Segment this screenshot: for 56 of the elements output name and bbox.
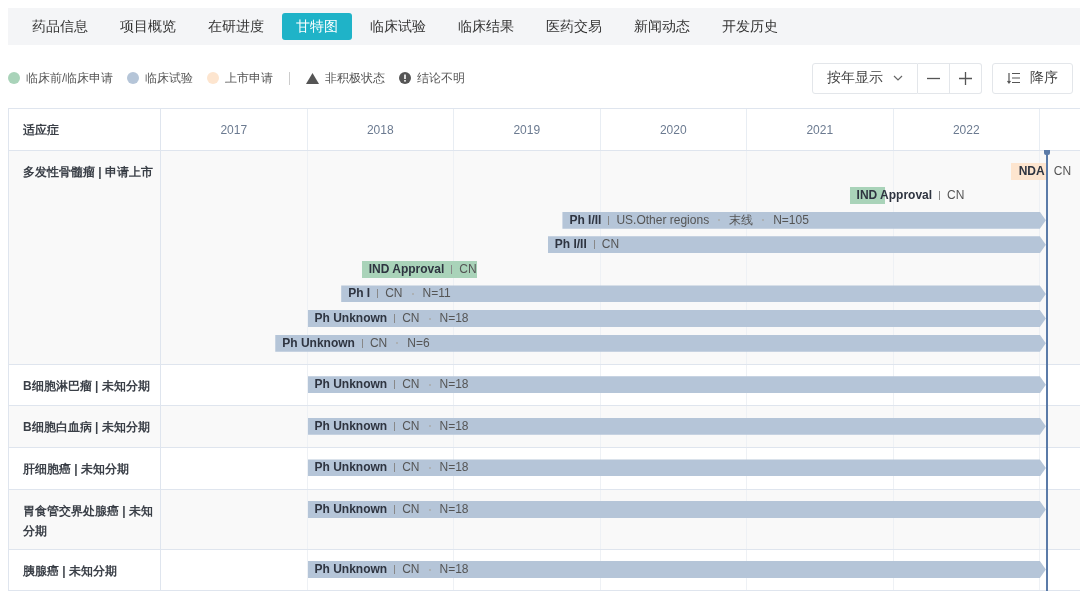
- legend-label: 临床前/临床申请: [26, 69, 114, 87]
- tab[interactable]: 医药交易: [532, 13, 616, 40]
- bar-label: Ph Unknown CN N=18: [314, 561, 469, 579]
- bar-label: Ph Unknown CN N=6: [282, 334, 430, 352]
- year-header: 2018: [307, 109, 454, 150]
- bar-label: Ph Unknown CN N=18: [314, 376, 469, 394]
- alert-icon: [399, 72, 412, 84]
- year-header: 2021: [747, 109, 894, 150]
- tab[interactable]: 药品信息: [18, 13, 102, 40]
- bar-label: Ph I/II US.Other regions 末线 N=105: [569, 211, 809, 229]
- triangle-icon: [306, 72, 320, 84]
- plus-icon: [959, 71, 972, 85]
- gantt-bar[interactable]: [562, 211, 1046, 229]
- sort-button[interactable]: 降序: [992, 62, 1073, 94]
- tab[interactable]: 临床试验: [356, 13, 440, 40]
- gantt-bar[interactable]: [307, 561, 1046, 579]
- tab[interactable]: 在研进度: [194, 13, 278, 40]
- gantt-bar[interactable]: [307, 310, 1046, 328]
- gantt-bar[interactable]: [307, 417, 1046, 435]
- bar-label: Ph Unknown CN N=18: [314, 417, 469, 435]
- gantt-bar[interactable]: [275, 334, 1046, 352]
- indication-label: 胰腺癌 | 未知分期: [9, 549, 161, 591]
- gantt-bar[interactable]: NDA: [1010, 162, 1046, 180]
- zoom-in-button[interactable]: [950, 62, 982, 94]
- indication-label: B细胞白血病 | 未知分期: [9, 406, 161, 447]
- tab[interactable]: 新闻动态: [620, 13, 704, 40]
- bar-label: Ph Unknown CN N=18: [314, 310, 469, 328]
- view-select[interactable]: 按年显示: [812, 62, 918, 94]
- bar-label: Ph I/II CN: [554, 236, 620, 254]
- bar-label: Ph I CN N=11: [348, 285, 451, 303]
- gantt-bar[interactable]: [307, 376, 1046, 394]
- legend-label: 结论不明: [417, 69, 466, 87]
- tab[interactable]: 临床结果: [444, 13, 528, 40]
- gantt-bar[interactable]: [307, 459, 1046, 477]
- chevron-down-icon: [893, 75, 903, 81]
- tab[interactable]: 项目概览: [106, 13, 190, 40]
- year-header: 2019: [454, 109, 601, 150]
- legend-label: 临床试验: [145, 69, 194, 87]
- bar-region: CN: [1053, 162, 1072, 180]
- bar-label: Ph Unknown CN N=18: [314, 501, 469, 519]
- column-header: 适应症: [9, 109, 161, 150]
- tab[interactable]: 开发历史: [708, 13, 792, 40]
- indication-label: 胃食管交界处腺癌 | 未知分期: [9, 489, 161, 549]
- bar-label: IND Approval CN: [368, 260, 477, 278]
- year-header: 2022: [893, 109, 1040, 150]
- year-header: 2017: [161, 109, 308, 150]
- indication-label: 肝细胞癌 | 未知分期: [9, 447, 161, 489]
- indication-label: 多发性骨髓瘤 | 申请上市: [9, 151, 161, 364]
- legend-label: 上市申请: [225, 69, 274, 87]
- year-header: 2020: [600, 109, 747, 150]
- bar-label: IND Approval CN: [856, 187, 965, 205]
- indication-label: B细胞淋巴瘤 | 未知分期: [9, 364, 161, 406]
- bar-label: Ph Unknown CN N=18: [314, 459, 469, 477]
- gantt-bar[interactable]: [307, 501, 1046, 519]
- sort-icon: [1007, 72, 1020, 84]
- legend-label: 非积极状态: [325, 69, 386, 87]
